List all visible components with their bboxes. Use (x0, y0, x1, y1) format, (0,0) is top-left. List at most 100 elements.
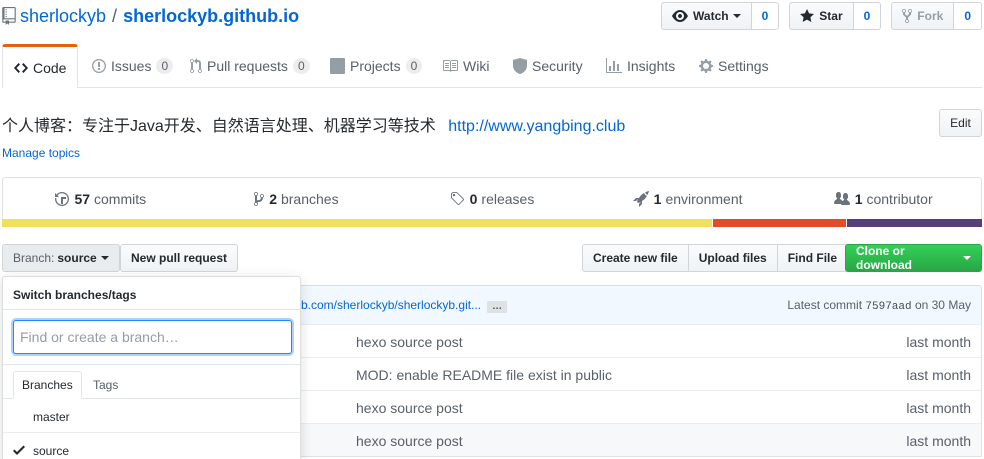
contributors-label: contributor (866, 191, 933, 207)
repo-separator: / (112, 5, 118, 26)
commit-age: last month (906, 400, 971, 416)
history-icon (55, 192, 70, 206)
create-new-file-button[interactable]: Create new file (582, 244, 689, 272)
tab-settings[interactable]: Settings (699, 44, 769, 88)
tab-insights[interactable]: Insights (606, 44, 675, 88)
fork-count[interactable]: 0 (954, 2, 982, 30)
fork-button[interactable]: Fork (891, 2, 955, 30)
branch-filter-input[interactable] (13, 320, 292, 354)
releases-label: releases (481, 191, 535, 207)
branches-count: 2 (269, 191, 277, 207)
branch-dropdown: Switch branches/tags Branches Tags maste… (2, 276, 301, 459)
star-count[interactable]: 0 (853, 2, 882, 30)
commits-label: commits (94, 191, 147, 207)
commit-sha-link[interactable]: 7597aad (865, 301, 911, 313)
tab-security-label: Security (532, 58, 583, 74)
watch-label: Watch (693, 9, 729, 23)
tab-branches[interactable]: Branches (13, 371, 82, 399)
releases-count: 0 (469, 191, 478, 207)
current-branch: source (57, 251, 97, 265)
pull-requests-counter: 0 (292, 58, 310, 74)
gear-icon (699, 59, 713, 73)
tab-issues-label: Issues (111, 58, 152, 74)
branch-prefix: Branch: (13, 251, 55, 265)
tab-insights-label: Insights (627, 58, 676, 74)
commit-date: on 30 May (914, 298, 971, 312)
chevron-down-icon (963, 256, 971, 260)
branches-label: branches (280, 191, 339, 207)
repo-title: sherlockyb / sherlockyb.github.io (2, 4, 299, 28)
tab-projects[interactable]: Projects 0 (330, 44, 423, 88)
watch-group: Watch 0 (661, 2, 780, 30)
commit-message-link[interactable]: hexo source post (356, 400, 463, 416)
chevron-down-icon (100, 256, 109, 260)
commit-message-link[interactable]: hexo source post (356, 433, 463, 449)
find-file-button[interactable]: Find File (776, 244, 849, 272)
language-segment (713, 219, 847, 227)
new-pull-request-button[interactable]: New pull request (120, 244, 239, 272)
homepage-link[interactable]: http://www.yangbing.club (448, 118, 625, 135)
commit-age: last month (906, 433, 971, 449)
tab-settings-label: Settings (718, 58, 769, 74)
clone-download-button[interactable]: Clone or download (845, 244, 982, 272)
star-icon (800, 9, 815, 22)
watch-button[interactable]: Watch (661, 2, 752, 30)
pull-request-icon (190, 58, 202, 74)
manage-topics-link[interactable]: Manage topics (2, 146, 80, 160)
contributors-count: 1 (854, 191, 863, 207)
releases-link[interactable]: 0 releases (394, 178, 590, 220)
language-segment (2, 219, 713, 227)
environments-link[interactable]: 1 environment (590, 178, 786, 220)
issue-icon (92, 59, 106, 73)
clone-label: Clone or download (856, 244, 912, 272)
commit-age: last month (906, 334, 971, 350)
tab-issues[interactable]: Issues 0 (92, 44, 174, 88)
tag-icon (450, 192, 464, 206)
people-icon (833, 192, 850, 205)
watch-count[interactable]: 0 (751, 2, 780, 30)
edit-description-button[interactable]: Edit (939, 109, 982, 137)
language-bar[interactable] (2, 219, 983, 227)
repo-nav: Code Issues 0 Pull requests 0 Projects 0… (2, 44, 982, 89)
branches-link[interactable]: 2 branches (199, 178, 395, 220)
repo-name-link[interactable]: sherlockyb.github.io (123, 6, 299, 27)
shield-icon (513, 58, 527, 74)
tab-tags[interactable]: Tags (85, 371, 126, 399)
contributors-link[interactable]: 1 contributor (785, 178, 981, 220)
repo-owner-link[interactable]: sherlockyb (20, 6, 106, 27)
commit-age: last month (906, 367, 971, 383)
fork-icon (902, 8, 913, 24)
commit-message-link[interactable]: MOD: enable README file exist in public (356, 367, 612, 383)
star-label: Star (819, 9, 843, 23)
latest-commit-message[interactable]: b.com/sherlockyb/sherlockyb.git... … (301, 298, 508, 313)
expand-commit-button[interactable]: … (487, 301, 508, 313)
tab-wiki[interactable]: Wiki (442, 44, 489, 88)
language-segment (847, 219, 983, 227)
tab-pull-requests[interactable]: Pull requests 0 (190, 44, 310, 88)
environments-label: environment (665, 191, 743, 207)
branch-item-master[interactable]: master (3, 399, 300, 433)
graph-icon (606, 58, 622, 73)
commit-message-link[interactable]: hexo source post (356, 334, 463, 350)
dropdown-filter (3, 310, 300, 365)
branch-item-source[interactable]: source (3, 433, 300, 459)
branch-select-button[interactable]: Branch: source (2, 244, 120, 272)
commits-count: 57 (74, 191, 91, 207)
projects-counter: 0 (405, 58, 423, 74)
tab-security[interactable]: Security (513, 44, 583, 88)
star-button[interactable]: Star (789, 2, 854, 30)
eye-icon (672, 10, 689, 22)
dropdown-title: Switch branches/tags (3, 277, 300, 310)
fork-label: Fork (917, 9, 944, 23)
commits-link[interactable]: 57 commits (3, 178, 199, 220)
numbers-summary: 57 commits 2 branches 0 releases 1 envir… (2, 177, 982, 220)
tab-code[interactable]: Code (2, 44, 79, 89)
repo-description: 个人博客：专注于Java开发、自然语言处理、机器学习等技术 http://www… (2, 112, 625, 136)
branch-name: master (33, 410, 70, 424)
commit-message-text: b.com/sherlockyb/sherlockyb.git... (301, 298, 482, 312)
latest-commit-info: Latest commit 7597aad on 30 May (787, 298, 971, 313)
issues-counter: 0 (156, 58, 174, 74)
pagehead-actions: Watch 0 Star 0 Fork 0 (661, 2, 982, 30)
upload-files-button[interactable]: Upload files (687, 244, 778, 272)
tab-pull-requests-label: Pull requests (207, 58, 288, 74)
